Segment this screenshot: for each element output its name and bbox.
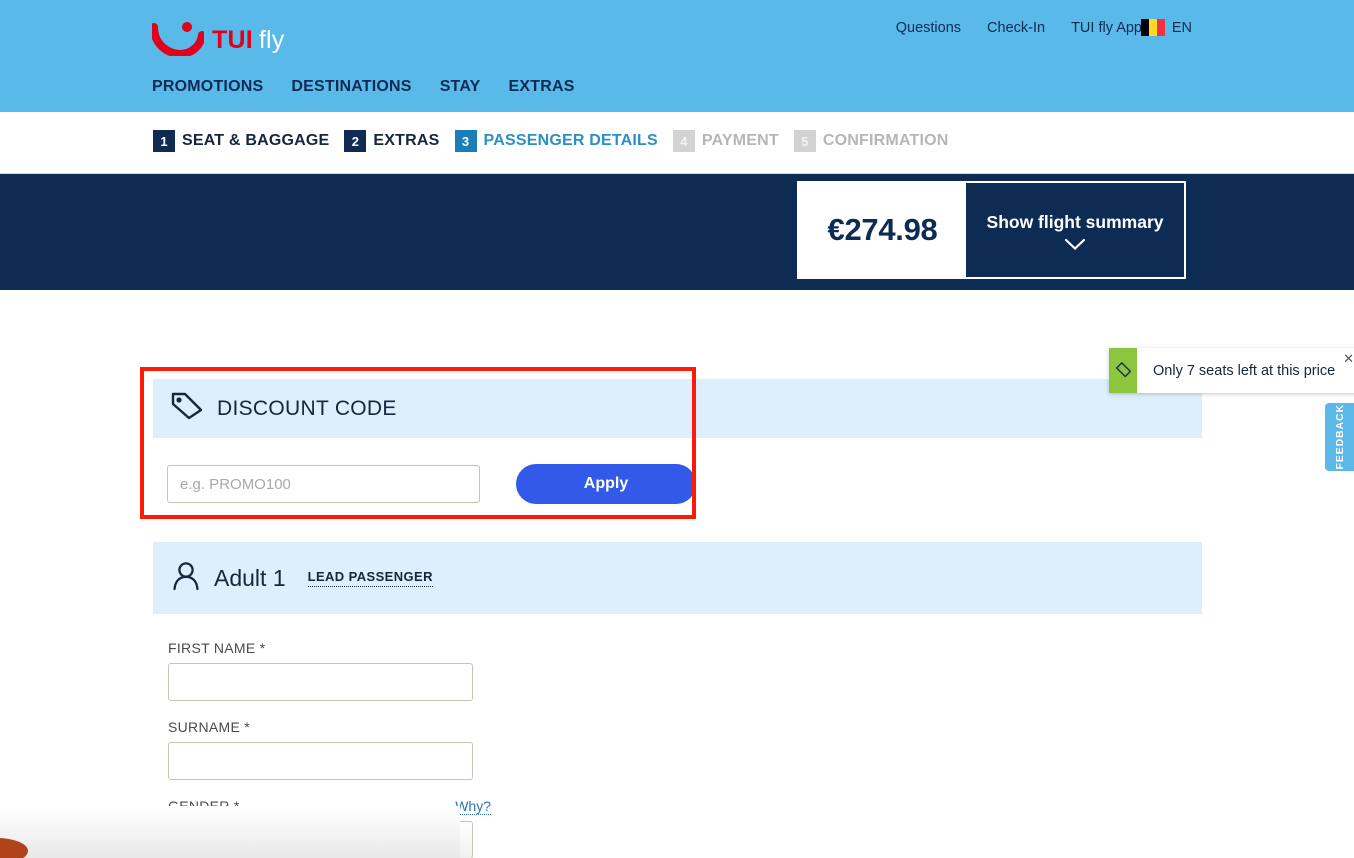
surname-input[interactable] [168, 742, 473, 780]
lead-passenger-badge[interactable]: LEAD PASSENGER [307, 569, 433, 587]
discount-input-row: Apply [153, 438, 1202, 504]
step-passenger-details[interactable]: 3 PASSENGER DETAILS [454, 130, 658, 152]
checkout-stepper: 1 SEAT & BAGGAGE 2 EXTRAS 3 PASSENGER DE… [153, 130, 964, 152]
feedback-tab[interactable]: FEEDBACK [1325, 403, 1354, 471]
first-name-field-group: FIRST NAME * [168, 640, 473, 701]
person-icon [170, 560, 202, 597]
total-price: €274.98 [799, 183, 966, 277]
passenger-title: Adult 1 [214, 564, 286, 591]
gender-why-link[interactable]: Why? [455, 798, 491, 815]
nav-destinations[interactable]: DESTINATIONS [291, 78, 411, 96]
seats-left-toast: Only 7 seats left at this price ✕ [1109, 348, 1354, 393]
checkout-stepper-bar: 1 SEAT & BAGGAGE 2 EXTRAS 3 PASSENGER DE… [0, 112, 1354, 174]
surname-field-group: SURNAME * [168, 719, 473, 780]
nav-questions[interactable]: Questions [896, 20, 961, 36]
step-label: CONFIRMATION [822, 132, 949, 149]
show-flight-summary-button[interactable]: Show flight summary [966, 183, 1184, 277]
language-code: EN [1171, 19, 1192, 36]
step-number: 5 [793, 130, 816, 152]
tui-smile-logo-icon [150, 22, 206, 59]
step-confirmation: 5 CONFIRMATION [793, 130, 949, 152]
belgium-flag-icon [1140, 19, 1165, 36]
site-header: TUI fly Questions Check-In TUI fly App EN… [0, 0, 1354, 112]
step-number: 2 [344, 130, 367, 152]
step-number: 1 [153, 130, 175, 152]
step-payment: 4 PAYMENT [672, 130, 779, 152]
first-name-input[interactable] [168, 663, 473, 701]
page-bottom-fade [0, 806, 460, 858]
step-seat-baggage[interactable]: 1 SEAT & BAGGAGE [153, 130, 329, 152]
logo-text-tui: TUI [212, 26, 253, 54]
close-icon[interactable]: ✕ [1343, 352, 1354, 365]
nav-check-in[interactable]: Check-In [987, 20, 1045, 36]
tui-fly-logo[interactable]: TUI fly [150, 16, 285, 59]
utility-nav: Questions Check-In TUI fly App [896, 20, 1142, 36]
discount-panel-title: DISCOUNT CODE [217, 396, 397, 420]
tag-icon [1109, 348, 1137, 393]
main-nav: PROMOTIONS DESTINATIONS STAY EXTRAS [152, 78, 575, 96]
discount-code-input[interactable] [167, 465, 480, 503]
discount-code-panel: DISCOUNT CODE Apply [153, 379, 1202, 504]
nav-stay[interactable]: STAY [440, 78, 481, 96]
nav-promotions[interactable]: PROMOTIONS [152, 78, 263, 96]
discount-panel-header: DISCOUNT CODE [153, 379, 1202, 438]
step-number: 3 [454, 130, 477, 152]
nav-extras[interactable]: EXTRAS [509, 78, 575, 96]
tag-icon [170, 391, 204, 426]
language-selector[interactable]: EN [1140, 19, 1192, 36]
first-name-label: FIRST NAME * [168, 640, 266, 656]
step-label: PAYMENT [701, 132, 779, 149]
feedback-tab-label: FEEDBACK [1333, 404, 1346, 470]
step-label: EXTRAS [373, 132, 440, 149]
step-number: 4 [672, 130, 695, 152]
logo-text-fly: fly [258, 26, 285, 54]
nav-tui-fly-app[interactable]: TUI fly App [1071, 20, 1142, 36]
toast-message: Only 7 seats left at this price [1153, 362, 1336, 379]
apply-discount-button[interactable]: Apply [516, 464, 696, 504]
flight-summary-box: €274.98 Show flight summary [797, 181, 1186, 279]
page-root: TUI fly Questions Check-In TUI fly App EN… [0, 0, 1354, 858]
show-flight-summary-label: Show flight summary [986, 212, 1164, 232]
chevron-down-icon [1064, 237, 1086, 251]
step-label: SEAT & BAGGAGE [182, 132, 330, 149]
surname-label: SURNAME * [168, 719, 251, 735]
passenger-panel-header: Adult 1 LEAD PASSENGER [153, 542, 1202, 614]
step-extras[interactable]: 2 EXTRAS [344, 130, 439, 152]
step-label: PASSENGER DETAILS [483, 132, 658, 149]
